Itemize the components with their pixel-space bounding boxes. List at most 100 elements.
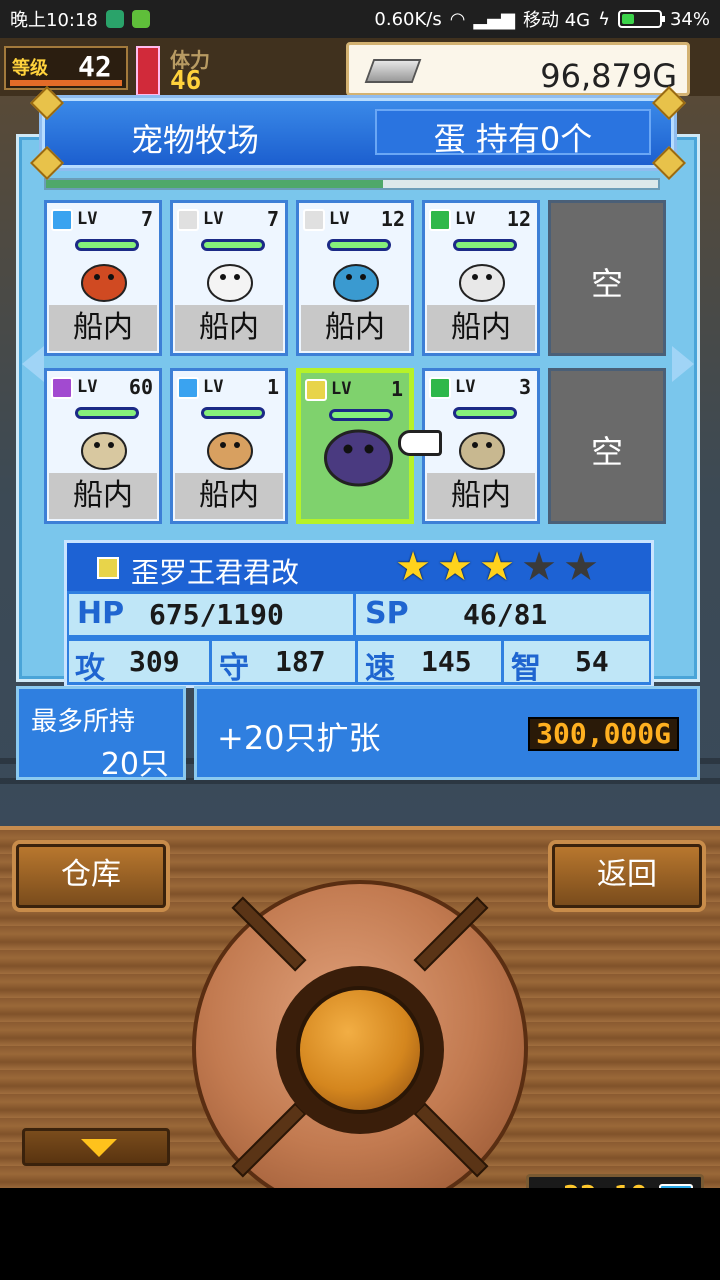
game-screen: 等级 42 体力 46 96,879G 宠物牧场 蛋 持有0个 LV 7 船内 LV 7… bbox=[0, 38, 720, 1188]
thunder-element-icon bbox=[97, 557, 119, 579]
pet-hp-bar bbox=[75, 407, 139, 419]
pet-slot-empty[interactable]: 空 bbox=[548, 200, 666, 356]
red-crab-pet-icon bbox=[75, 253, 133, 305]
pet-location-label: 船内 bbox=[175, 473, 283, 519]
intellect-value: 54 bbox=[575, 645, 609, 678]
pet-level-label: LV bbox=[329, 209, 350, 229]
stat-row-hp-sp: HP 675/1190 SP 46/81 bbox=[69, 591, 649, 635]
player-level-box: 等级 42 bbox=[4, 46, 128, 90]
pet-name: 歪罗王君君改 bbox=[131, 556, 300, 589]
wind-element-icon bbox=[429, 209, 451, 231]
status-bar: 晚上10:18 0.60K/s ◠ ▂▄▆ 移动 4G ϟ 34% bbox=[0, 0, 720, 38]
wind-element-icon bbox=[429, 377, 451, 399]
back-button[interactable]: 返回 bbox=[552, 844, 702, 908]
light-element-icon bbox=[303, 209, 325, 231]
pet-hp-bar bbox=[453, 407, 517, 419]
divider bbox=[209, 641, 212, 682]
expand-cost: 300,000G bbox=[528, 717, 679, 751]
wifi-icon: ◠ bbox=[449, 8, 466, 30]
pet-level-label: LV bbox=[77, 377, 98, 397]
status-time: 晚上10:18 bbox=[10, 10, 98, 31]
pet-slot[interactable]: LV 1 bbox=[296, 368, 414, 524]
menu-toggle-button[interactable] bbox=[22, 1128, 170, 1166]
pet-detail-panel: 歪罗王君君改 ★ ★ ★ ★ ★ HP 675/1190 SP 46/81 攻 309 … bbox=[64, 540, 654, 688]
defense-value: 187 bbox=[275, 645, 326, 678]
pet-location-label: 船内 bbox=[301, 305, 409, 351]
net-speed: 0.60K/s bbox=[374, 8, 442, 30]
charging-icon: ϟ bbox=[598, 8, 610, 30]
white-cat-pet-icon bbox=[201, 253, 259, 305]
pet-location-label: 船内 bbox=[175, 305, 283, 351]
hp-value: 675/1190 bbox=[149, 598, 284, 631]
scroll-progress bbox=[44, 178, 660, 190]
dpad-center-button[interactable] bbox=[296, 986, 424, 1114]
pet-slot[interactable]: LV 60 船内 bbox=[44, 368, 162, 524]
star-filled-icon: ★ bbox=[479, 544, 515, 590]
android-app-icon bbox=[131, 10, 150, 28]
signal-icon: ▂▄▆ bbox=[473, 8, 515, 30]
pet-level-value: 1 bbox=[390, 377, 403, 401]
mummy-pet-icon bbox=[75, 421, 133, 473]
water-element-icon bbox=[177, 377, 199, 399]
max-capacity-value: 20只 bbox=[100, 747, 169, 782]
pet-level-label: LV bbox=[203, 209, 224, 229]
pet-slot[interactable]: LV 7 船内 bbox=[170, 200, 288, 356]
pet-slot[interactable]: LV 12 船内 bbox=[422, 200, 540, 356]
level-value: 42 bbox=[78, 50, 112, 83]
egg-count: 蛋 持有0个 bbox=[433, 120, 593, 158]
pet-hp-bar bbox=[75, 239, 139, 251]
pet-location-label: 船内 bbox=[427, 473, 535, 519]
pet-level-label: LV bbox=[455, 377, 476, 397]
pet-hp-bar bbox=[453, 239, 517, 251]
divider bbox=[501, 641, 504, 682]
prev-page-arrow-icon[interactable] bbox=[22, 346, 44, 382]
pet-level-value: 3 bbox=[518, 375, 531, 399]
exp-bar bbox=[10, 80, 122, 86]
silver-ingot-icon bbox=[364, 59, 422, 83]
pet-level-label: LV bbox=[77, 209, 98, 229]
battery-percent: 34% bbox=[669, 8, 710, 30]
farm-title-bar: 宠物牧场 蛋 持有0个 bbox=[30, 86, 686, 180]
speed-label: 速 bbox=[365, 651, 395, 686]
speed-value: 145 bbox=[421, 645, 472, 678]
pet-level-value: 12 bbox=[506, 207, 531, 231]
attack-label: 攻 bbox=[75, 651, 105, 686]
star-filled-icon: ★ bbox=[395, 544, 431, 590]
bottom-blank bbox=[0, 1188, 720, 1280]
pointer-hand-icon bbox=[398, 430, 442, 456]
pet-slot[interactable]: LV 1 船内 bbox=[170, 368, 288, 524]
defense-label: 守 bbox=[219, 651, 249, 686]
clock-display: 22:18 ϟ bbox=[526, 1174, 704, 1188]
intellect-label: 智 bbox=[511, 651, 541, 686]
security-app-icon bbox=[105, 10, 124, 28]
battery-icon bbox=[617, 10, 665, 28]
storage-button[interactable]: 仓库 bbox=[16, 844, 166, 908]
pet-hp-bar bbox=[201, 239, 265, 251]
max-capacity-label: 最多所持 bbox=[31, 707, 136, 737]
pet-slot-empty[interactable]: 空 bbox=[548, 368, 666, 524]
sp-label: SP bbox=[365, 596, 409, 631]
star-empty-icon: ★ bbox=[563, 544, 599, 590]
pet-level-value: 12 bbox=[380, 207, 405, 231]
pet-hp-bar bbox=[327, 239, 391, 251]
expand-label: +20只扩张 bbox=[217, 719, 381, 757]
next-page-arrow-icon[interactable] bbox=[672, 346, 694, 382]
star-filled-icon: ★ bbox=[437, 544, 473, 590]
pet-location-label: 船内 bbox=[427, 305, 535, 351]
empty-slot-label: 空 bbox=[590, 433, 623, 471]
stat-row-attributes: 攻 309 守 187 速 145 智 54 bbox=[69, 638, 649, 686]
attack-value: 309 bbox=[129, 645, 180, 678]
star-empty-icon: ★ bbox=[521, 544, 557, 590]
thunder-element-icon bbox=[305, 379, 327, 401]
divider bbox=[355, 641, 358, 682]
pet-slot[interactable]: LV 12 船内 bbox=[296, 200, 414, 356]
expand-capacity-button[interactable]: +20只扩张 300,000G bbox=[194, 686, 700, 780]
carrier-label: 移动 4G bbox=[522, 10, 591, 31]
rarity-stars: ★ ★ ★ ★ ★ bbox=[393, 547, 601, 587]
page-title: 宠物牧场 bbox=[130, 121, 259, 159]
pet-level-label: LV bbox=[331, 379, 352, 399]
level-label: 等级 bbox=[12, 58, 48, 79]
pet-hp-bar bbox=[201, 407, 265, 419]
hp-label: HP bbox=[77, 596, 125, 631]
pet-slot[interactable]: LV 7 船内 bbox=[44, 200, 162, 356]
